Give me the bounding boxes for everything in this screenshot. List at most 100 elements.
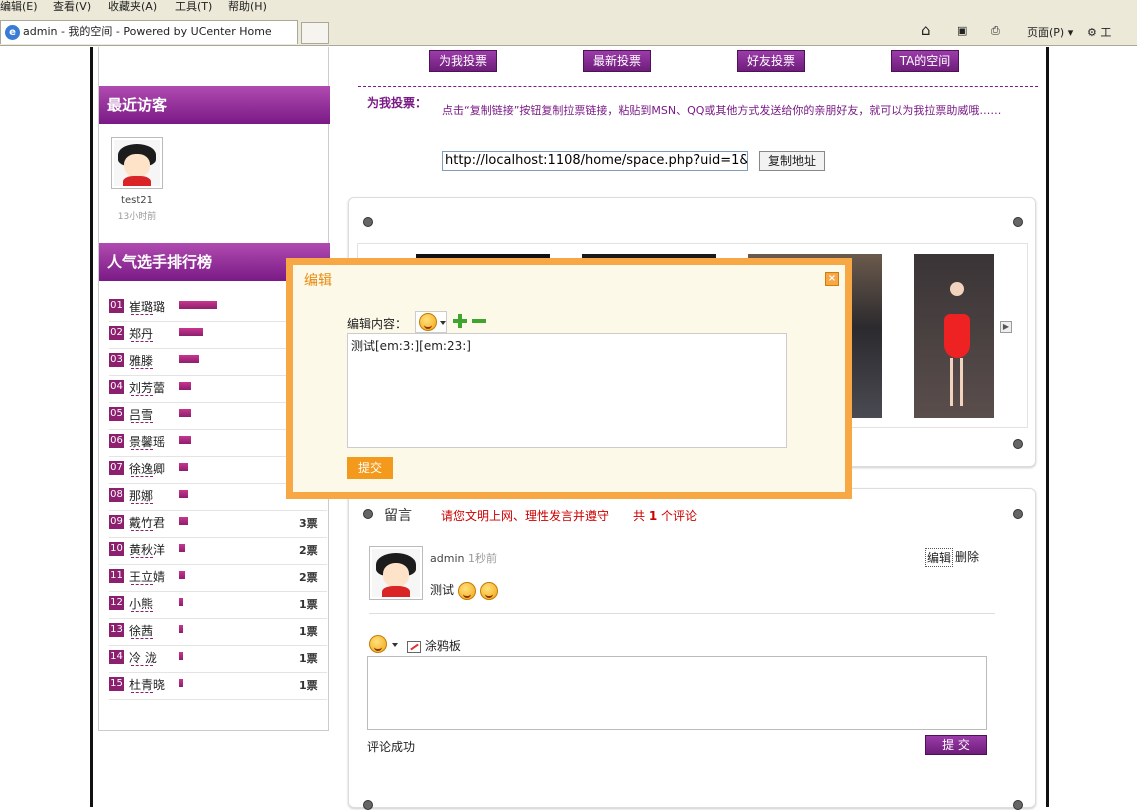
row-divider [109,699,327,700]
name-underline [131,503,153,504]
count-suffix: 个评论 [661,509,698,523]
row-divider [109,591,327,592]
edit-dialog: 编辑 × 编辑内容： 测试[em:3:][em:23:] 提交 [286,258,852,499]
row-divider [109,510,327,511]
rank-number: 09 [109,515,124,529]
contestant-name[interactable]: 刘芳蕾 [129,379,165,396]
vote-bar [179,328,203,336]
emoji-picker-button[interactable] [415,311,447,333]
feed-icon[interactable]: ▣ [957,24,967,37]
contestant-name[interactable]: 徐茜 [129,622,153,639]
vote-label: 为我投票： [367,96,428,110]
submit-comment-button[interactable]: 提 交 [925,735,987,755]
comment-divider [369,613,995,614]
name-underline [131,665,153,666]
name-underline [131,395,153,396]
contestant-name[interactable]: 雅滕 [129,352,153,369]
menu-favorites[interactable]: 收藏夹(A) [108,0,157,14]
rank-number: 01 [109,299,124,313]
visitor-time: 13小时前 [117,212,157,222]
latest-votes-button[interactable]: 最新投票 [583,50,651,72]
vote-bar [179,544,185,552]
vote-bar [179,463,188,471]
visitor-name[interactable]: test21 [104,195,170,206]
contestant-name[interactable]: 杜青晓 [129,676,165,693]
contestant-name[interactable]: 小熊 [129,595,153,612]
comment-edit-link[interactable]: 编辑 [925,548,954,567]
pin-icon [1013,800,1023,810]
commenter-avatar[interactable] [369,546,423,600]
rank-number: 03 [109,353,124,367]
home-icon[interactable]: ⌂ [921,21,931,39]
ranking-row: 12 小熊 1票 [109,594,327,621]
edit-content-textarea[interactable]: 测试[em:3:][em:23:] [347,333,787,448]
ranking-row: 09 戴竹君 3票 [109,513,327,540]
pin-icon [363,800,373,810]
vote-bar [179,490,188,498]
doodle-button[interactable]: 涂鸦板 [407,637,461,654]
name-underline [131,422,153,423]
contestant-name[interactable]: 黄秋洋 [129,541,165,558]
print-icon[interactable]: ⎙ [991,24,1000,38]
friend-votes-button[interactable]: 好友投票 [737,50,805,72]
comments-notice[interactable]: 请您文明上网、理性发言并遵守 [441,507,609,524]
contestant-name[interactable]: 崔璐璐 [129,298,165,315]
vote-count: 2票 [299,544,318,557]
menu-view[interactable]: 查看(V) [53,0,91,14]
tools-menu[interactable]: ⚙ 工 [1087,24,1111,40]
menu-tools[interactable]: 工具(T) [175,0,212,14]
reply-textarea[interactable] [367,656,987,730]
minus-icon[interactable] [472,319,486,323]
vote-bar [179,625,183,633]
vote-url-input[interactable]: http://localhost:1108/home/space.php?uid… [442,151,748,171]
close-icon[interactable]: × [825,272,839,286]
browser-tab[interactable]: e admin - 我的空间 - Powered by UCenter Home [0,20,298,44]
contestant-name[interactable]: 戴竹君 [129,514,165,531]
vote-count: 1票 [299,652,318,665]
contestant-name[interactable]: 冷 泷 [129,649,157,666]
vote-bar [179,598,183,606]
name-underline [131,611,153,612]
vote-count: 1票 [299,598,318,611]
menu-edit[interactable]: 编辑(E) [0,0,38,14]
pin-icon [1013,217,1023,227]
contestant-name[interactable]: 郑丹 [129,325,153,342]
next-arrow-icon[interactable]: ▶ [1000,321,1012,333]
pin-icon [1013,509,1023,519]
pin-icon [363,509,373,519]
dialog-submit-button[interactable]: 提交 [347,457,393,479]
smiley-icon [369,635,387,653]
photo-thumbnail[interactable] [914,254,994,418]
comments-title: 留言 [384,508,412,524]
comment-user[interactable]: admin [430,552,464,565]
contestant-name[interactable]: 吕雪 [129,406,153,423]
status-message: 评论成功 [367,740,416,754]
comment-time: 1秒前 [467,552,497,565]
rank-number: 10 [109,542,124,556]
new-tab-button[interactable] [301,22,329,44]
vote-instructions: 点击“复制链接”按钮复制拉票链接，粘贴到MSN、QQ或其他方式发送给你的亲朋好友… [442,104,1002,117]
copy-url-button[interactable]: 复制地址 [759,151,825,171]
rank-number: 11 [109,569,124,583]
their-space-button[interactable]: TA的空间 [891,50,959,72]
browser-menubar: 编辑(E) 查看(V) 收藏夹(A) 工具(T) 帮助(H) [0,0,1137,16]
contestant-name[interactable]: 那娜 [129,487,153,504]
plus-icon[interactable] [453,314,467,328]
emoji-picker-button[interactable] [369,635,387,653]
vote-bar [179,652,183,660]
page-menu[interactable]: 页面(P) ▾ [1027,24,1073,40]
menu-help[interactable]: 帮助(H) [228,0,267,14]
visitor-avatar[interactable] [111,137,163,189]
recent-visitors-heading: 最近访客 [99,86,330,124]
dialog-title: 编辑 [304,273,332,289]
ranking-row: 13 徐茜 1票 [109,621,327,648]
contestant-name[interactable]: 王立婧 [129,568,165,585]
command-bar: ⌂ ▣ ⎙ 页面(P) ▾ ⚙ 工 [917,21,1137,42]
name-underline [131,368,153,369]
ranking-row: 15 杜青晓 1票 [109,675,327,702]
ranking-row: 11 王立婧 2票 [109,567,327,594]
comment-delete-link[interactable]: 删除 [955,548,979,565]
vote-for-me-button[interactable]: 为我投票 [429,50,497,72]
contestant-name[interactable]: 徐逸卿 [129,460,165,477]
contestant-name[interactable]: 景馨瑶 [129,433,165,450]
